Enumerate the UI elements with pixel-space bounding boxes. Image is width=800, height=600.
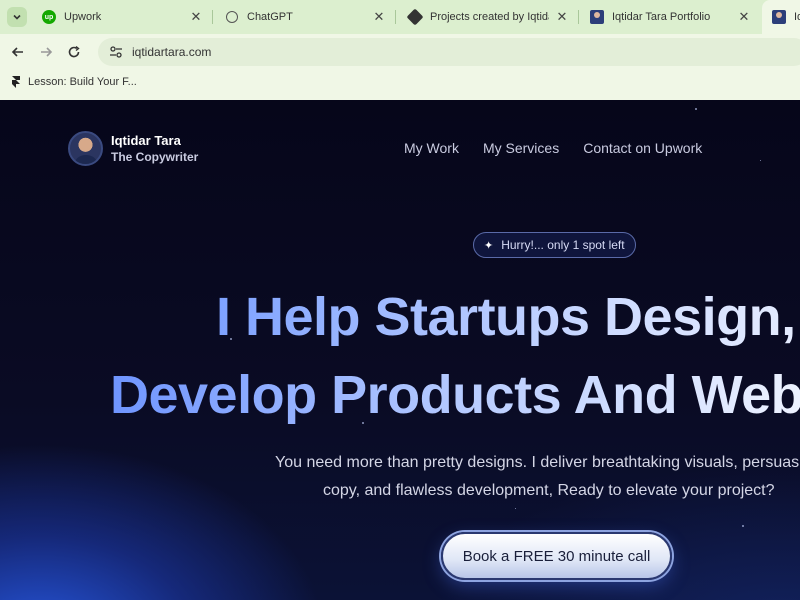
- background-star: [695, 108, 697, 110]
- framer-icon: [406, 8, 424, 26]
- brand-name: Iqtidar Tara: [111, 132, 181, 148]
- website-page: Iqtidar Tara The Copywriter My Work My S…: [0, 100, 800, 600]
- tab-upwork[interactable]: up Upwork ✕: [32, 0, 213, 34]
- tab-title: ChatGPT: [247, 11, 293, 23]
- site-info-icon[interactable]: [108, 44, 124, 60]
- tab-projects[interactable]: Projects created by Iqtidar m ✕: [398, 0, 579, 34]
- arrow-right-icon: [41, 47, 53, 57]
- hero-headline-line2: Develop Products And Websites: [110, 364, 800, 426]
- url-text: iqtidartara.com: [132, 45, 212, 59]
- brand-role: The Copywriter: [111, 149, 199, 164]
- hero-subtitle-line2: copy, and flawless development, Ready to…: [323, 482, 775, 499]
- tab-chatgpt[interactable]: ChatGPT ✕: [215, 0, 396, 34]
- close-icon[interactable]: ✕: [737, 9, 751, 25]
- nav-contact-upwork[interactable]: Contact on Upwork: [583, 140, 702, 156]
- portrait-icon: [772, 10, 786, 24]
- tab-active[interactable]: Iq: [762, 0, 800, 34]
- hero-subtitle-line1: You need more than pretty designs. I del…: [275, 454, 800, 471]
- back-button[interactable]: [4, 38, 32, 66]
- tab-divider: [395, 10, 396, 24]
- tab-divider: [212, 10, 213, 24]
- close-icon[interactable]: ✕: [372, 9, 386, 25]
- arrow-left-icon: [11, 47, 23, 57]
- bookmarks-bar: Lesson: Build Your F...: [0, 70, 800, 94]
- tab-strip: up Upwork ✕ ChatGPT ✕ Projects created b…: [0, 0, 800, 34]
- tab-title: Projects created by Iqtidar m: [430, 11, 549, 23]
- upwork-icon: up: [42, 10, 56, 24]
- site-brand[interactable]: Iqtidar Tara The Copywriter: [68, 131, 198, 166]
- chatgpt-icon: [225, 10, 239, 24]
- framer-icon: [10, 76, 22, 88]
- browser-chrome: up Upwork ✕ ChatGPT ✕ Projects created b…: [0, 0, 800, 100]
- tab-title: Iq: [794, 11, 800, 23]
- address-bar[interactable]: iqtidartara.com: [98, 38, 800, 66]
- chevron-down-icon: [13, 14, 21, 20]
- tab-divider: [578, 10, 579, 24]
- tab-search-button[interactable]: [7, 7, 27, 27]
- bookmark-item[interactable]: Lesson: Build Your F...: [28, 76, 137, 88]
- reload-button[interactable]: [60, 38, 88, 66]
- sparkle-icon: ✦: [484, 239, 494, 252]
- nav-my-work[interactable]: My Work: [404, 140, 459, 156]
- hero-headline-line1: I Help Startups Design,: [216, 286, 800, 348]
- background-star: [760, 160, 761, 161]
- reload-icon: [68, 45, 80, 58]
- tab-portfolio[interactable]: Iqtidar Tara Portfolio ✕: [580, 0, 761, 34]
- tab-title: Upwork: [64, 11, 102, 23]
- browser-toolbar: iqtidartara.com: [0, 34, 800, 70]
- book-call-button[interactable]: Book a FREE 30 minute call: [441, 532, 672, 580]
- background-star: [515, 508, 516, 509]
- badge-text: Hurry!... only 1 spot left: [501, 238, 625, 252]
- forward-button[interactable]: [32, 38, 60, 66]
- close-icon[interactable]: ✕: [555, 9, 569, 25]
- availability-badge: ✦ Hurry!... only 1 spot left: [473, 232, 636, 258]
- tab-title: Iqtidar Tara Portfolio: [612, 11, 711, 23]
- close-icon[interactable]: ✕: [189, 9, 203, 25]
- avatar: [68, 131, 103, 166]
- site-nav: My Work My Services Contact on Upwork: [404, 140, 702, 156]
- background-star: [742, 525, 744, 527]
- portrait-icon: [590, 10, 604, 24]
- nav-my-services[interactable]: My Services: [483, 140, 559, 156]
